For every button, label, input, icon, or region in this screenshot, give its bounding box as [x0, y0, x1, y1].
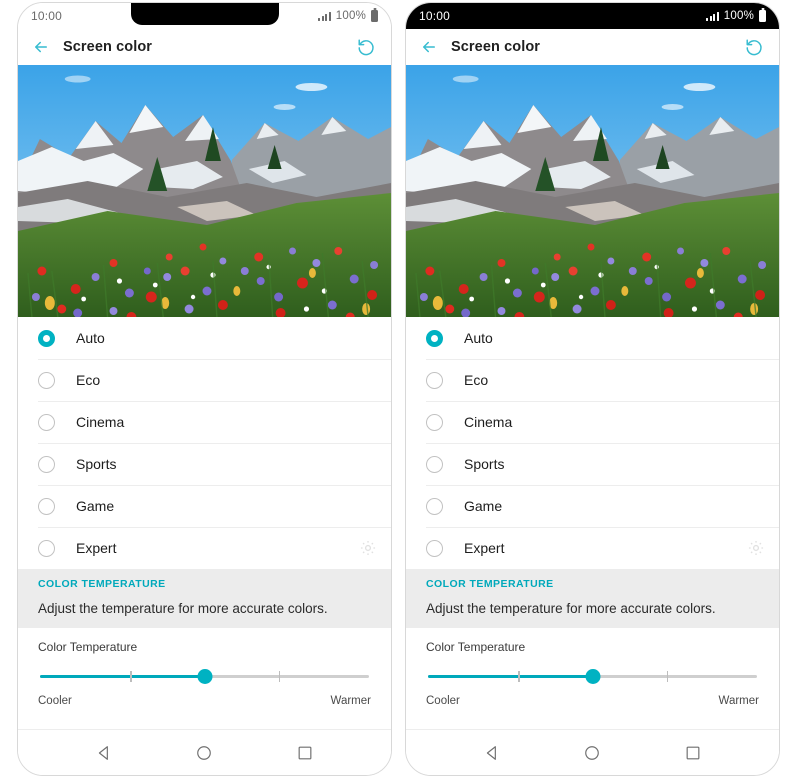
nav-recents-icon[interactable]: [295, 743, 315, 763]
battery-percent-label: 100%: [723, 10, 754, 22]
slider-min-label: Cooler: [426, 695, 460, 707]
color-preview-image: [406, 65, 779, 317]
app-bar-right: Screen color: [406, 29, 779, 65]
option-label: Cinema: [76, 414, 125, 430]
color-temperature-description: Adjust the temperature for more accurate…: [18, 601, 391, 628]
slider-max-label: Warmer: [718, 695, 759, 707]
slider-thumb[interactable]: [197, 669, 212, 684]
gear-icon[interactable]: [747, 539, 765, 557]
option-label: Auto: [76, 330, 105, 346]
slider-label: Color Temperature: [38, 640, 138, 654]
color-temperature-body: Color Temperature Cooler Warmer: [406, 628, 779, 729]
option-row-expert[interactable]: Expert: [18, 527, 391, 569]
color-temperature-description: Adjust the temperature for more accurate…: [406, 601, 779, 628]
option-row-cinema[interactable]: Cinema: [406, 401, 779, 443]
radio-auto[interactable]: [426, 329, 443, 347]
slider-fill: [40, 675, 205, 678]
option-label: Eco: [464, 372, 489, 388]
radio-game[interactable]: [38, 497, 55, 515]
signal-bars-icon: [318, 11, 331, 21]
option-label: Cinema: [464, 414, 513, 430]
option-row-expert[interactable]: Expert: [406, 527, 779, 569]
section-title: COLOR TEMPERATURE: [426, 578, 554, 590]
option-row-auto[interactable]: Auto: [18, 317, 391, 359]
app-bar-left: Screen color: [18, 29, 391, 65]
option-label: Sports: [464, 456, 505, 472]
slider-tick: [278, 670, 281, 682]
navigation-bar-left: [18, 729, 391, 775]
slider-max-label: Warmer: [330, 695, 371, 707]
option-row-sports[interactable]: Sports: [406, 443, 779, 485]
option-row-cinema[interactable]: Cinema: [18, 401, 391, 443]
option-row-game[interactable]: Game: [406, 485, 779, 527]
radio-cinema[interactable]: [426, 413, 443, 431]
option-row-eco[interactable]: Eco: [18, 359, 391, 401]
screenshot-stage: 10:00 100% Screen color Auto Eco Cinema …: [0, 0, 800, 780]
radio-auto[interactable]: [38, 329, 55, 347]
option-label: Sports: [76, 456, 117, 472]
slider-min-label: Cooler: [38, 695, 72, 707]
option-label: Game: [76, 498, 115, 514]
option-row-eco[interactable]: Eco: [406, 359, 779, 401]
slider-label: Color Temperature: [426, 640, 526, 654]
page-title: Screen color: [451, 39, 541, 55]
option-label: Expert: [76, 540, 117, 556]
gear-icon[interactable]: [359, 539, 377, 557]
nav-back-icon[interactable]: [482, 743, 502, 763]
radio-eco[interactable]: [426, 371, 443, 389]
radio-game[interactable]: [426, 497, 443, 515]
battery-full-icon: [371, 10, 378, 22]
reset-undo-icon[interactable]: [355, 36, 377, 58]
radio-expert[interactable]: [426, 539, 443, 557]
page-title: Screen color: [63, 39, 153, 55]
option-label: Auto: [464, 330, 493, 346]
color-preview-image: [18, 65, 391, 317]
color-temperature-header: COLOR TEMPERATURE: [18, 569, 391, 601]
screen-color-options-right: Auto Eco Cinema Sports Game Expert: [406, 317, 779, 569]
status-time: 10:00: [31, 9, 63, 23]
nav-recents-icon[interactable]: [683, 743, 703, 763]
color-temperature-header: COLOR TEMPERATURE: [406, 569, 779, 601]
color-temperature-body: Color Temperature Cooler Warmer: [18, 628, 391, 729]
radio-sports[interactable]: [426, 455, 443, 473]
back-arrow-icon[interactable]: [32, 38, 50, 56]
status-bar-right: 10:00 100%: [406, 3, 779, 29]
phone-right: 10:00 100% Screen color Auto Eco Cinema …: [405, 2, 780, 776]
color-temperature-slider[interactable]: [40, 668, 369, 684]
status-time: 10:00: [419, 9, 451, 23]
phone-left: 10:00 100% Screen color Auto Eco Cinema …: [17, 2, 392, 776]
battery-full-icon: [759, 10, 766, 22]
radio-eco[interactable]: [38, 371, 55, 389]
signal-bars-icon: [706, 11, 719, 21]
nav-home-icon[interactable]: [194, 743, 214, 763]
back-arrow-icon[interactable]: [420, 38, 438, 56]
radio-cinema[interactable]: [38, 413, 55, 431]
screen-color-options-left: Auto Eco Cinema Sports Game Expert: [18, 317, 391, 569]
slider-tick: [518, 670, 520, 682]
option-row-sports[interactable]: Sports: [18, 443, 391, 485]
slider-fill: [428, 675, 593, 678]
nav-back-icon[interactable]: [94, 743, 114, 763]
section-title: COLOR TEMPERATURE: [38, 578, 166, 590]
slider-tick: [666, 670, 669, 682]
battery-percent-label: 100%: [335, 10, 366, 22]
option-label: Expert: [464, 540, 505, 556]
radio-sports[interactable]: [38, 455, 55, 473]
slider-tick: [130, 670, 132, 682]
option-row-auto[interactable]: Auto: [406, 317, 779, 359]
reset-undo-icon[interactable]: [743, 36, 765, 58]
option-row-game[interactable]: Game: [18, 485, 391, 527]
radio-expert[interactable]: [38, 539, 55, 557]
display-notch: [130, 3, 279, 25]
option-label: Eco: [76, 372, 101, 388]
option-label: Game: [464, 498, 503, 514]
navigation-bar-right: [406, 729, 779, 775]
color-temperature-slider[interactable]: [428, 668, 757, 684]
slider-thumb[interactable]: [585, 669, 600, 684]
nav-home-icon[interactable]: [582, 743, 602, 763]
